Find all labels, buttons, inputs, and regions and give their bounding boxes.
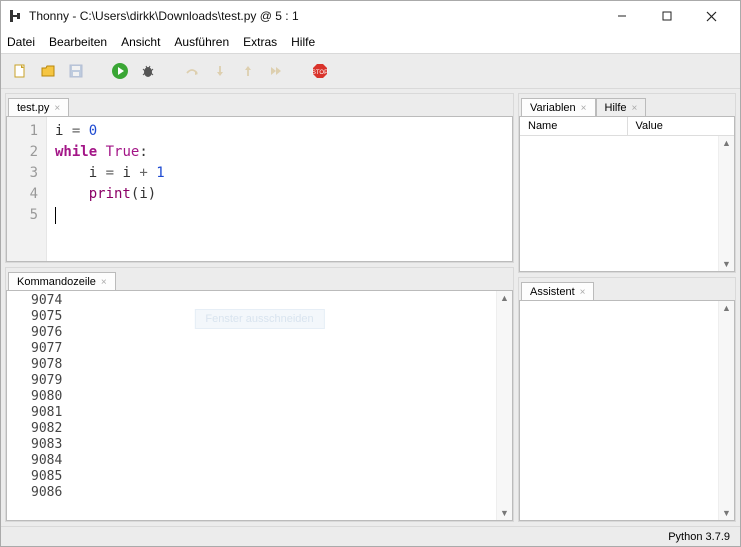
assistant-body[interactable] [520,301,718,520]
assistant-panel: Assistent× ▲▼ [518,277,736,522]
close-icon[interactable]: × [580,287,586,298]
shell-output[interactable]: 9074 9075 9076 9077 9078 9079 9080 9081 … [7,291,496,520]
variables-header: Name Value [520,117,734,136]
editor-panel: test.py × 1 2 3 4 5 i = 0 while True: i =… [5,93,514,263]
editor-tab[interactable]: test.py × [8,98,69,117]
chevron-up-icon[interactable]: ▲ [500,293,509,303]
titlebar: Thonny - C:\Users\dirkk\Downloads\test.p… [1,1,740,31]
assistant-tab[interactable]: Assistent× [521,282,594,301]
menu-ansicht[interactable]: Ansicht [121,35,160,49]
text-cursor [55,207,56,224]
menu-datei[interactable]: Datei [7,35,35,49]
help-tab[interactable]: Hilfe× [596,98,647,117]
step-into-icon[interactable] [209,60,231,82]
variables-tab[interactable]: Variablen× [521,98,596,117]
menu-bearbeiten[interactable]: Bearbeiten [49,35,107,49]
minimize-button[interactable] [599,2,644,30]
vars-scrollbar[interactable]: ▲▼ [718,136,734,271]
open-folder-icon[interactable] [37,60,59,82]
main-area: test.py × 1 2 3 4 5 i = 0 while True: i =… [1,89,740,526]
line-gutter: 1 2 3 4 5 [7,117,47,261]
shell-tab-label: Kommandozeile [17,276,96,288]
save-icon[interactable] [65,60,87,82]
col-value[interactable]: Value [628,117,735,135]
close-button[interactable] [689,2,734,30]
maximize-button[interactable] [644,2,689,30]
menu-ausfuehren[interactable]: Ausführen [174,35,229,49]
close-icon[interactable]: × [54,103,60,114]
code-editor[interactable]: 1 2 3 4 5 i = 0 while True: i = i + 1 pr… [7,117,512,261]
chevron-up-icon[interactable]: ▲ [722,138,731,148]
code-area[interactable]: i = 0 while True: i = i + 1 print(i) [47,117,512,261]
chevron-down-icon[interactable]: ▼ [722,508,731,518]
menu-hilfe[interactable]: Hilfe [291,35,315,49]
step-over-icon[interactable] [181,60,203,82]
toolbar: STOP [1,53,740,89]
step-out-icon[interactable] [237,60,259,82]
chevron-down-icon[interactable]: ▼ [722,259,731,269]
close-icon[interactable]: × [632,103,638,114]
chevron-up-icon[interactable]: ▲ [722,303,731,313]
debug-icon[interactable] [137,60,159,82]
close-icon[interactable]: × [101,277,107,288]
window-controls [599,2,734,30]
statusbar: Python 3.7.9 [1,526,740,546]
shell-scrollbar[interactable]: ▲▼ [496,291,512,520]
stop-icon[interactable]: STOP [309,60,331,82]
editor-tab-label: test.py [17,102,49,114]
shell-tab[interactable]: Kommandozeile × [8,272,116,291]
menu-extras[interactable]: Extras [243,35,277,49]
app-icon [7,8,23,24]
window-title: Thonny - C:\Users\dirkk\Downloads\test.p… [29,9,599,23]
col-name[interactable]: Name [520,117,628,135]
new-file-icon[interactable] [9,60,31,82]
menubar: Datei Bearbeiten Ansicht Ausführen Extra… [1,31,740,53]
assistant-scrollbar[interactable]: ▲▼ [718,301,734,520]
resume-icon[interactable] [265,60,287,82]
chevron-down-icon[interactable]: ▼ [500,508,509,518]
run-icon[interactable] [109,60,131,82]
close-icon[interactable]: × [581,103,587,114]
variables-list[interactable] [520,136,718,271]
svg-text:STOP: STOP [312,70,328,76]
python-version[interactable]: Python 3.7.9 [668,531,730,543]
variables-panel: Variablen× Hilfe× Name Value ▲▼ [518,93,736,273]
shell-panel: Kommandozeile × 9074 9075 9076 9077 9078 … [5,267,514,522]
